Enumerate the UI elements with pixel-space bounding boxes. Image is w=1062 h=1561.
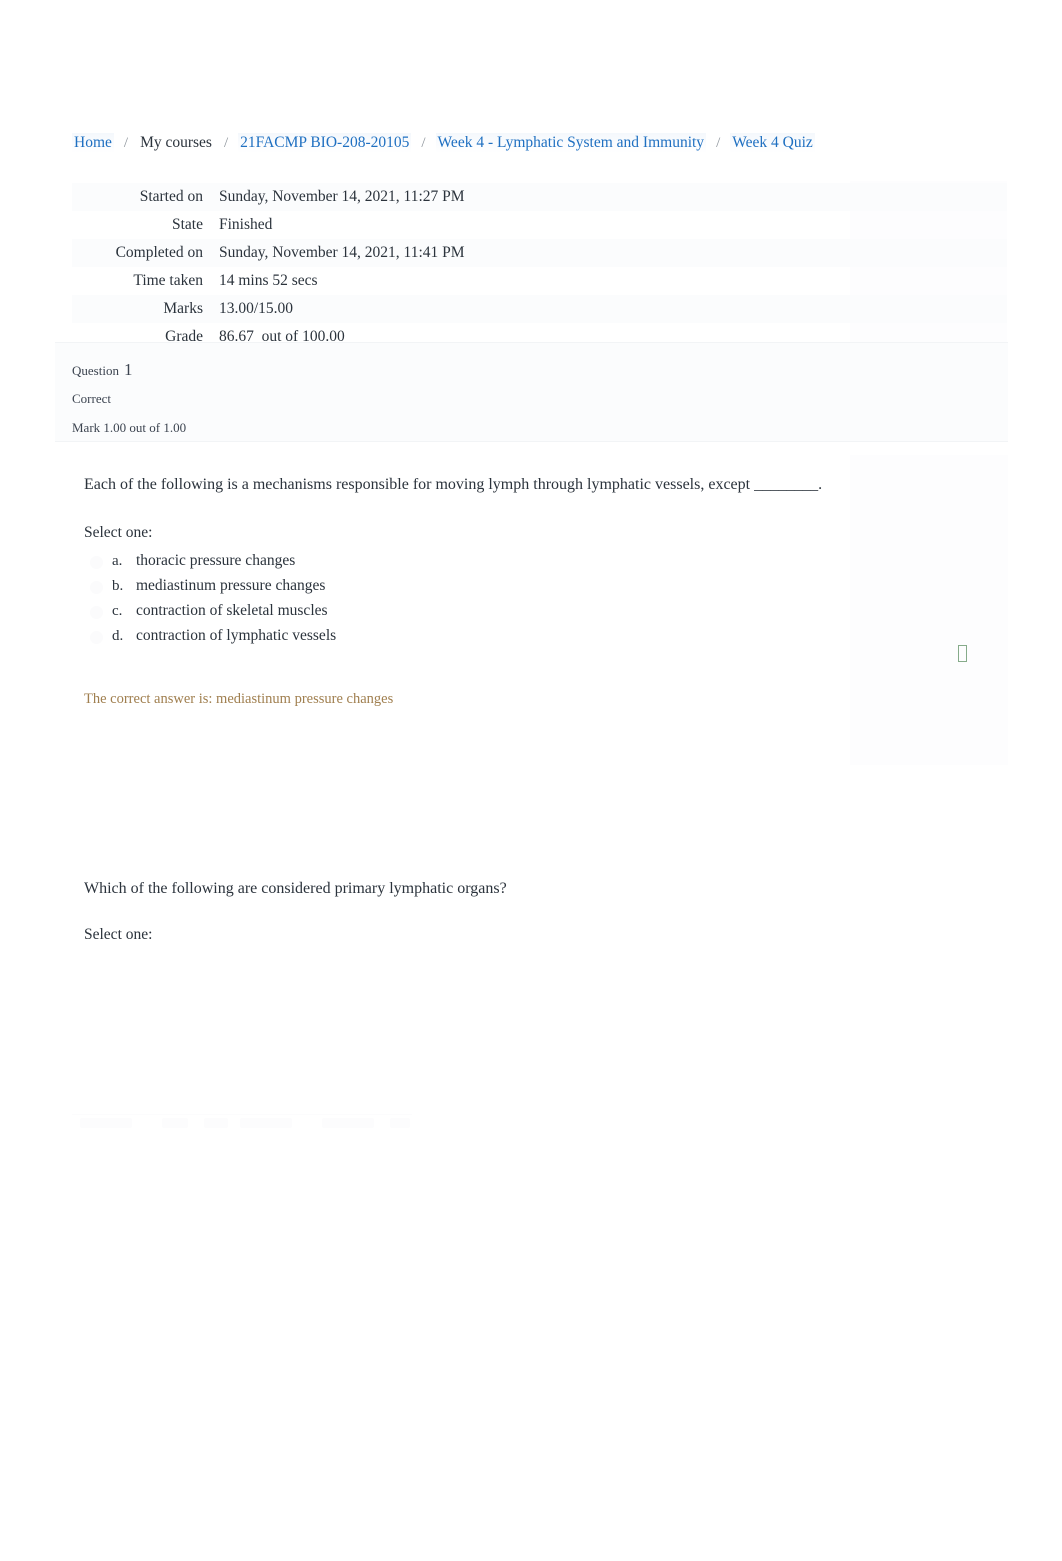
question-1-answer-list: a. thoracic pressure changes b. mediasti…: [84, 552, 984, 662]
footer-ghost-item: [204, 1118, 228, 1128]
footer-ghost-item: [390, 1118, 410, 1128]
question-1-text: Each of the following is a mechanisms re…: [84, 476, 823, 493]
question-1-body: Each of the following is a mechanisms re…: [84, 474, 984, 662]
summary-value-marks: 13.00/15.00: [219, 300, 294, 317]
footer-ghost-item: [322, 1118, 374, 1128]
footer-ghost-row: [72, 1118, 410, 1130]
breadcrumb: Home / My courses / 21FACMP BIO-208-2010…: [72, 131, 1002, 155]
answer-letter: c.: [112, 602, 123, 619]
footer-ghost-item: [240, 1118, 292, 1128]
question-2-select-prompt: Select one:: [84, 925, 153, 943]
answer-option-d[interactable]: d. contraction of lymphatic vessels: [84, 627, 984, 652]
question-number-line: Question 1: [72, 361, 1008, 378]
breadcrumb-item-section[interactable]: Week 4 - Lymphatic System and Immunity: [435, 133, 707, 153]
question-1-feedback: The correct answer is: mediastinum press…: [84, 691, 394, 707]
question-state-badge: Correct: [72, 391, 111, 406]
radio-button-icon[interactable]: [90, 555, 103, 569]
answer-letter: a.: [112, 552, 123, 569]
summary-value-completed-on: Sunday, November 14, 2021, 11:41 PM: [219, 244, 465, 261]
breadcrumb-item-course[interactable]: 21FACMP BIO-208-20105: [238, 133, 412, 153]
flag-icon[interactable]: [958, 644, 967, 662]
table-row: State Finished: [72, 211, 1007, 239]
question-number: 1: [123, 360, 133, 379]
question-1-select-prompt: Select one:: [84, 523, 153, 541]
footer-ghost-item: [162, 1118, 188, 1128]
footer-ghost-item: [80, 1118, 132, 1128]
breadcrumb-separator: /: [716, 134, 721, 151]
quiz-summary-table: Started on Sunday, November 14, 2021, 11…: [72, 183, 1007, 351]
question-2-text: Which of the following are considered pr…: [84, 880, 507, 897]
summary-value-started-on: Sunday, November 14, 2021, 11:27 PM: [219, 188, 465, 205]
footer-divider: [72, 1114, 412, 1115]
answer-label: contraction of lymphatic vessels: [136, 626, 337, 644]
answer-option-c[interactable]: c. contraction of skeletal muscles: [84, 602, 984, 627]
question-2-body: Which of the following are considered pr…: [84, 878, 984, 954]
radio-button-icon[interactable]: [90, 630, 103, 644]
summary-label-started-on: Started on: [139, 188, 203, 205]
breadcrumb-separator: /: [123, 134, 129, 151]
breadcrumb-item-quiz[interactable]: Week 4 Quiz: [730, 133, 815, 153]
summary-label-marks: Marks: [163, 300, 203, 317]
table-row: Time taken 14 mins 52 secs: [72, 267, 1007, 295]
answer-label: thoracic pressure changes: [136, 551, 296, 569]
breadcrumb-separator: /: [421, 134, 426, 151]
breadcrumb-item-my-courses: My courses: [140, 134, 212, 151]
table-row: Marks 13.00/15.00: [72, 295, 1007, 323]
breadcrumb-separator: /: [223, 134, 229, 151]
summary-value-state: Finished: [219, 216, 273, 233]
radio-button-icon[interactable]: [90, 580, 103, 594]
summary-value-time-taken: 14 mins 52 secs: [219, 272, 318, 289]
answer-letter: d.: [112, 627, 124, 644]
summary-label-state: State: [172, 216, 203, 233]
answer-option-b[interactable]: b. mediastinum pressure changes: [84, 577, 984, 602]
summary-label-completed-on: Completed on: [115, 244, 203, 261]
table-row: Completed on Sunday, November 14, 2021, …: [72, 239, 1007, 267]
radio-button-icon[interactable]: [90, 605, 103, 619]
question-1-header: Question 1 Correct Mark 1.00 out of 1.00: [55, 342, 1008, 442]
answer-label: mediastinum pressure changes: [136, 576, 326, 594]
summary-label-time-taken: Time taken: [133, 272, 203, 289]
question-grade-label: Mark 1.00 out of 1.00: [72, 420, 187, 435]
answer-option-a[interactable]: a. thoracic pressure changes: [84, 552, 984, 577]
table-row: Started on Sunday, November 14, 2021, 11…: [72, 183, 1007, 211]
answer-letter: b.: [112, 577, 124, 594]
answer-label: contraction of skeletal muscles: [136, 601, 328, 619]
breadcrumb-item-home[interactable]: Home: [72, 133, 114, 153]
question-word-label: Question: [72, 363, 119, 378]
